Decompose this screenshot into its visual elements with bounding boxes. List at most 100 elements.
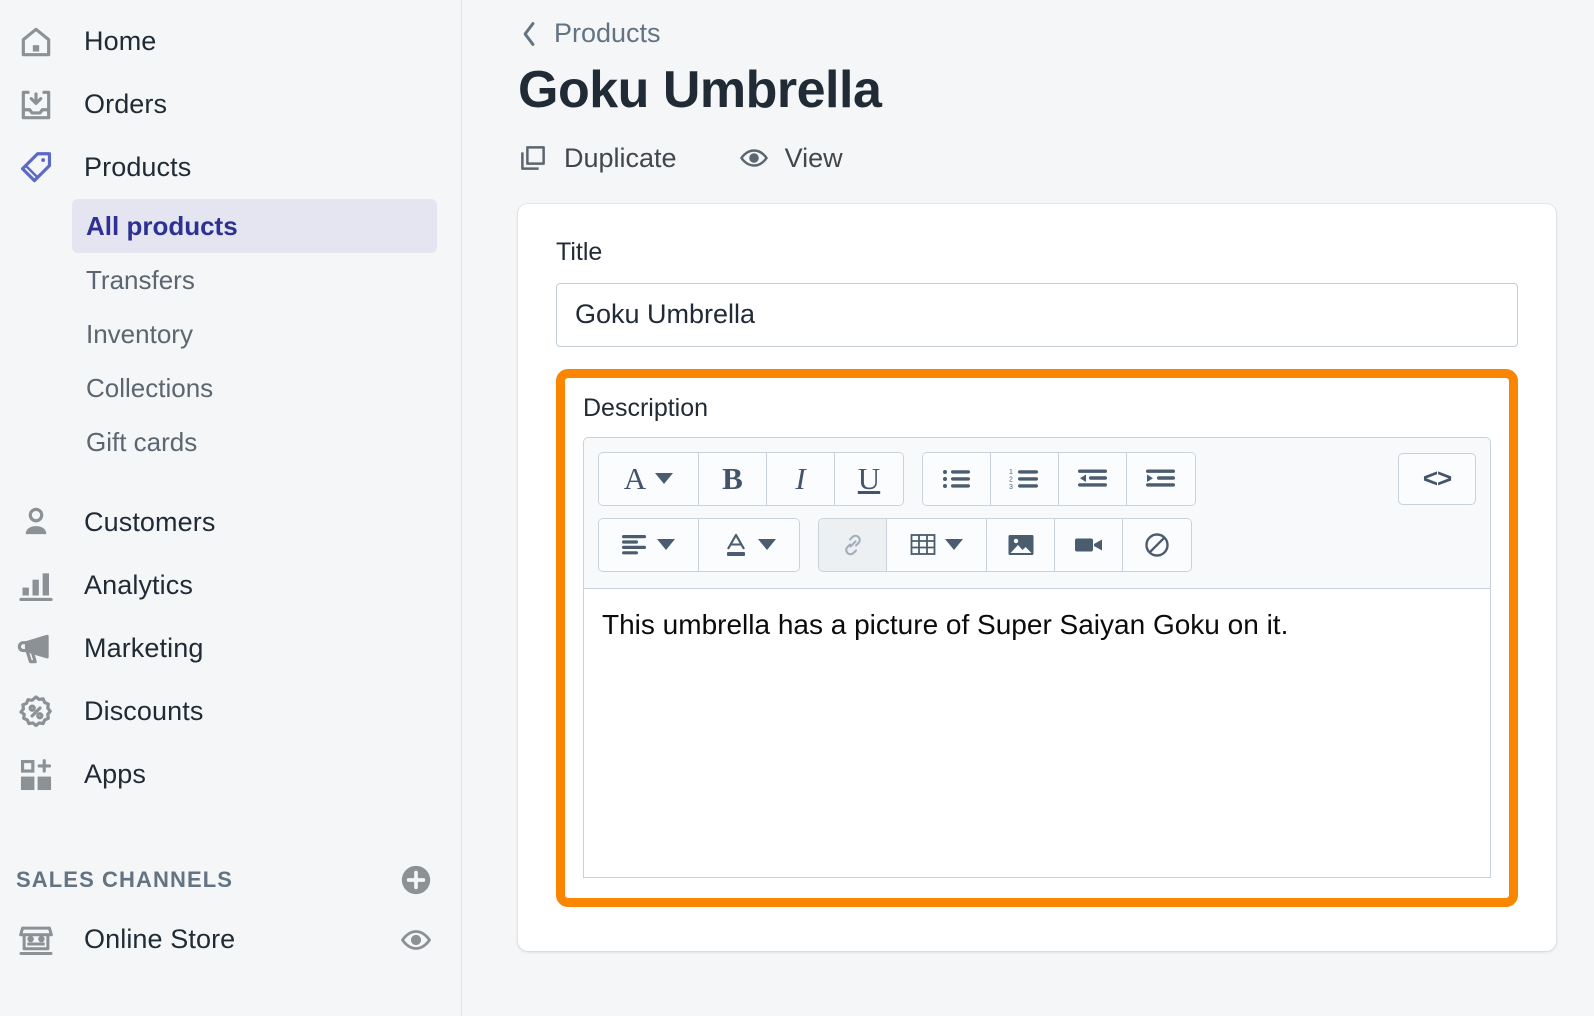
products-tag-icon xyxy=(14,146,58,190)
html-code-button[interactable]: <> xyxy=(1398,452,1476,505)
sidebar-item-orders[interactable]: Orders xyxy=(0,73,461,136)
sidebar-subitem-label: Gift cards xyxy=(86,426,198,457)
sidebar-item-label: Home xyxy=(84,26,157,56)
page-actions: Duplicate View xyxy=(518,143,1556,174)
outdent-icon xyxy=(1077,467,1108,491)
italic-button[interactable]: I xyxy=(767,452,835,505)
svg-text:1: 1 xyxy=(1009,469,1013,476)
table-icon xyxy=(910,533,936,557)
sidebar-item-label: Marketing xyxy=(84,633,204,663)
toolbar-group-text-format: A B I U xyxy=(598,451,904,506)
sidebar-item-label: Analytics xyxy=(84,570,193,600)
numbered-list-button[interactable]: 1 2 3 xyxy=(991,452,1059,505)
text-color-icon xyxy=(723,532,749,558)
toolbar-group-align-color xyxy=(598,517,800,572)
sidebar-item-label: Customers xyxy=(84,507,216,537)
title-field-label: Title xyxy=(556,237,603,266)
insert-table-dropdown[interactable] xyxy=(887,518,987,571)
view-button[interactable]: View xyxy=(739,143,843,174)
action-label: View xyxy=(784,142,843,173)
analytics-bar-chart-icon xyxy=(14,564,58,608)
sidebar-subitem-label: Collections xyxy=(86,372,214,403)
chevron-down-icon xyxy=(757,539,776,551)
description-highlight-box: Description A B I U 1 2 3 <> This umbrel… xyxy=(556,368,1518,907)
eye-icon[interactable] xyxy=(399,923,433,957)
text-color-dropdown[interactable] xyxy=(699,518,799,571)
circle-slash-icon xyxy=(1144,532,1170,558)
sidebar-item-customers[interactable]: Customers xyxy=(0,491,461,554)
bold-button[interactable]: B xyxy=(699,452,767,505)
sidebar-item-label: Online Store xyxy=(84,924,236,954)
discount-percent-badge-icon xyxy=(14,690,58,734)
italic-i-icon: I xyxy=(795,461,806,497)
breadcrumb-label: Products xyxy=(554,18,661,48)
align-dropdown[interactable] xyxy=(599,518,699,571)
svg-text:3: 3 xyxy=(1009,484,1013,491)
duplicate-copy-icon xyxy=(518,143,548,173)
sidebar-item-products[interactable]: Products xyxy=(0,136,461,199)
outdent-button[interactable] xyxy=(1059,452,1127,505)
sidebar-item-label: Orders xyxy=(84,89,168,119)
sidebar-item-inventory[interactable]: Inventory xyxy=(72,307,437,361)
sidebar-item-label: Products xyxy=(84,152,192,182)
underline-u-icon: U xyxy=(857,461,881,497)
sidebar-item-all-products[interactable]: All products xyxy=(72,199,437,253)
sidebar-item-gift-cards[interactable]: Gift cards xyxy=(72,415,437,469)
rich-text-toolbar: A B I U 1 2 3 <> xyxy=(583,436,1491,588)
apps-grid-plus-icon xyxy=(14,753,58,797)
sidebar-subitem-label: Transfers xyxy=(86,264,195,295)
breadcrumb[interactable]: Products xyxy=(518,18,1556,49)
video-camera-icon xyxy=(1074,534,1104,556)
sidebar-item-analytics[interactable]: Analytics xyxy=(0,554,461,617)
orders-inbox-icon xyxy=(14,83,58,127)
sidebar-item-label: Apps xyxy=(84,759,146,789)
storefront-icon xyxy=(14,918,58,962)
sidebar-item-transfers[interactable]: Transfers xyxy=(72,253,437,307)
title-input[interactable] xyxy=(556,282,1518,347)
sidebar-item-home[interactable]: Home xyxy=(0,10,461,73)
font-a-icon: A xyxy=(623,461,647,497)
insert-video-button[interactable] xyxy=(1055,518,1123,571)
bullet-list-icon xyxy=(942,467,972,491)
indent-button[interactable] xyxy=(1127,452,1195,505)
image-icon xyxy=(1007,533,1035,557)
product-details-card: Title Description A B xyxy=(518,203,1556,951)
plus-circle-icon[interactable] xyxy=(399,863,433,897)
eye-icon xyxy=(739,143,769,173)
sidebar-item-collections[interactable]: Collections xyxy=(72,361,437,415)
insert-image-button[interactable] xyxy=(987,518,1055,571)
chevron-down-icon xyxy=(655,473,674,485)
sidebar-item-online-store[interactable]: Online Store xyxy=(0,908,461,971)
marketing-megaphone-icon xyxy=(14,627,58,671)
sidebar-item-discounts[interactable]: Discounts xyxy=(0,680,461,743)
bulleted-list-button[interactable] xyxy=(923,452,991,505)
underline-button[interactable]: U xyxy=(835,452,903,505)
description-editor-body[interactable]: This umbrella has a picture of Super Sai… xyxy=(583,587,1491,878)
sidebar-subitem-label: Inventory xyxy=(86,318,193,349)
chevron-down-icon xyxy=(945,539,963,551)
sidebar-subitem-label: All products xyxy=(86,210,238,241)
chevron-down-icon xyxy=(657,539,675,551)
indent-icon xyxy=(1146,467,1176,491)
font-style-dropdown[interactable]: A xyxy=(599,452,699,505)
home-icon xyxy=(14,20,58,64)
align-left-icon xyxy=(622,534,648,556)
sidebar-item-marketing[interactable]: Marketing xyxy=(0,617,461,680)
toolbar-group-insert xyxy=(818,517,1192,572)
insert-link-button[interactable] xyxy=(819,518,887,571)
duplicate-button[interactable]: Duplicate xyxy=(518,143,677,174)
sidebar: Home Orders Products All products Transf… xyxy=(0,0,462,1016)
sidebar-item-apps[interactable]: Apps xyxy=(0,743,461,806)
chevron-left-icon xyxy=(518,21,540,47)
customer-person-icon xyxy=(14,501,58,545)
toolbar-row-1: A B I U 1 2 3 <> xyxy=(598,451,1476,506)
bold-b-icon: B xyxy=(722,461,743,497)
toolbar-row-2 xyxy=(598,517,1476,572)
app-root: Home Orders Products All products Transf… xyxy=(0,0,1594,1016)
main-content: Products Goku Umbrella Duplicate View Ti… xyxy=(462,0,1594,1016)
clear-formatting-button[interactable] xyxy=(1123,518,1191,571)
action-label: Duplicate xyxy=(564,142,677,173)
sidebar-item-label: Discounts xyxy=(84,696,204,726)
description-field-label: Description xyxy=(583,393,709,422)
sales-channels-section-header: SALES CHANNELS xyxy=(0,852,461,908)
